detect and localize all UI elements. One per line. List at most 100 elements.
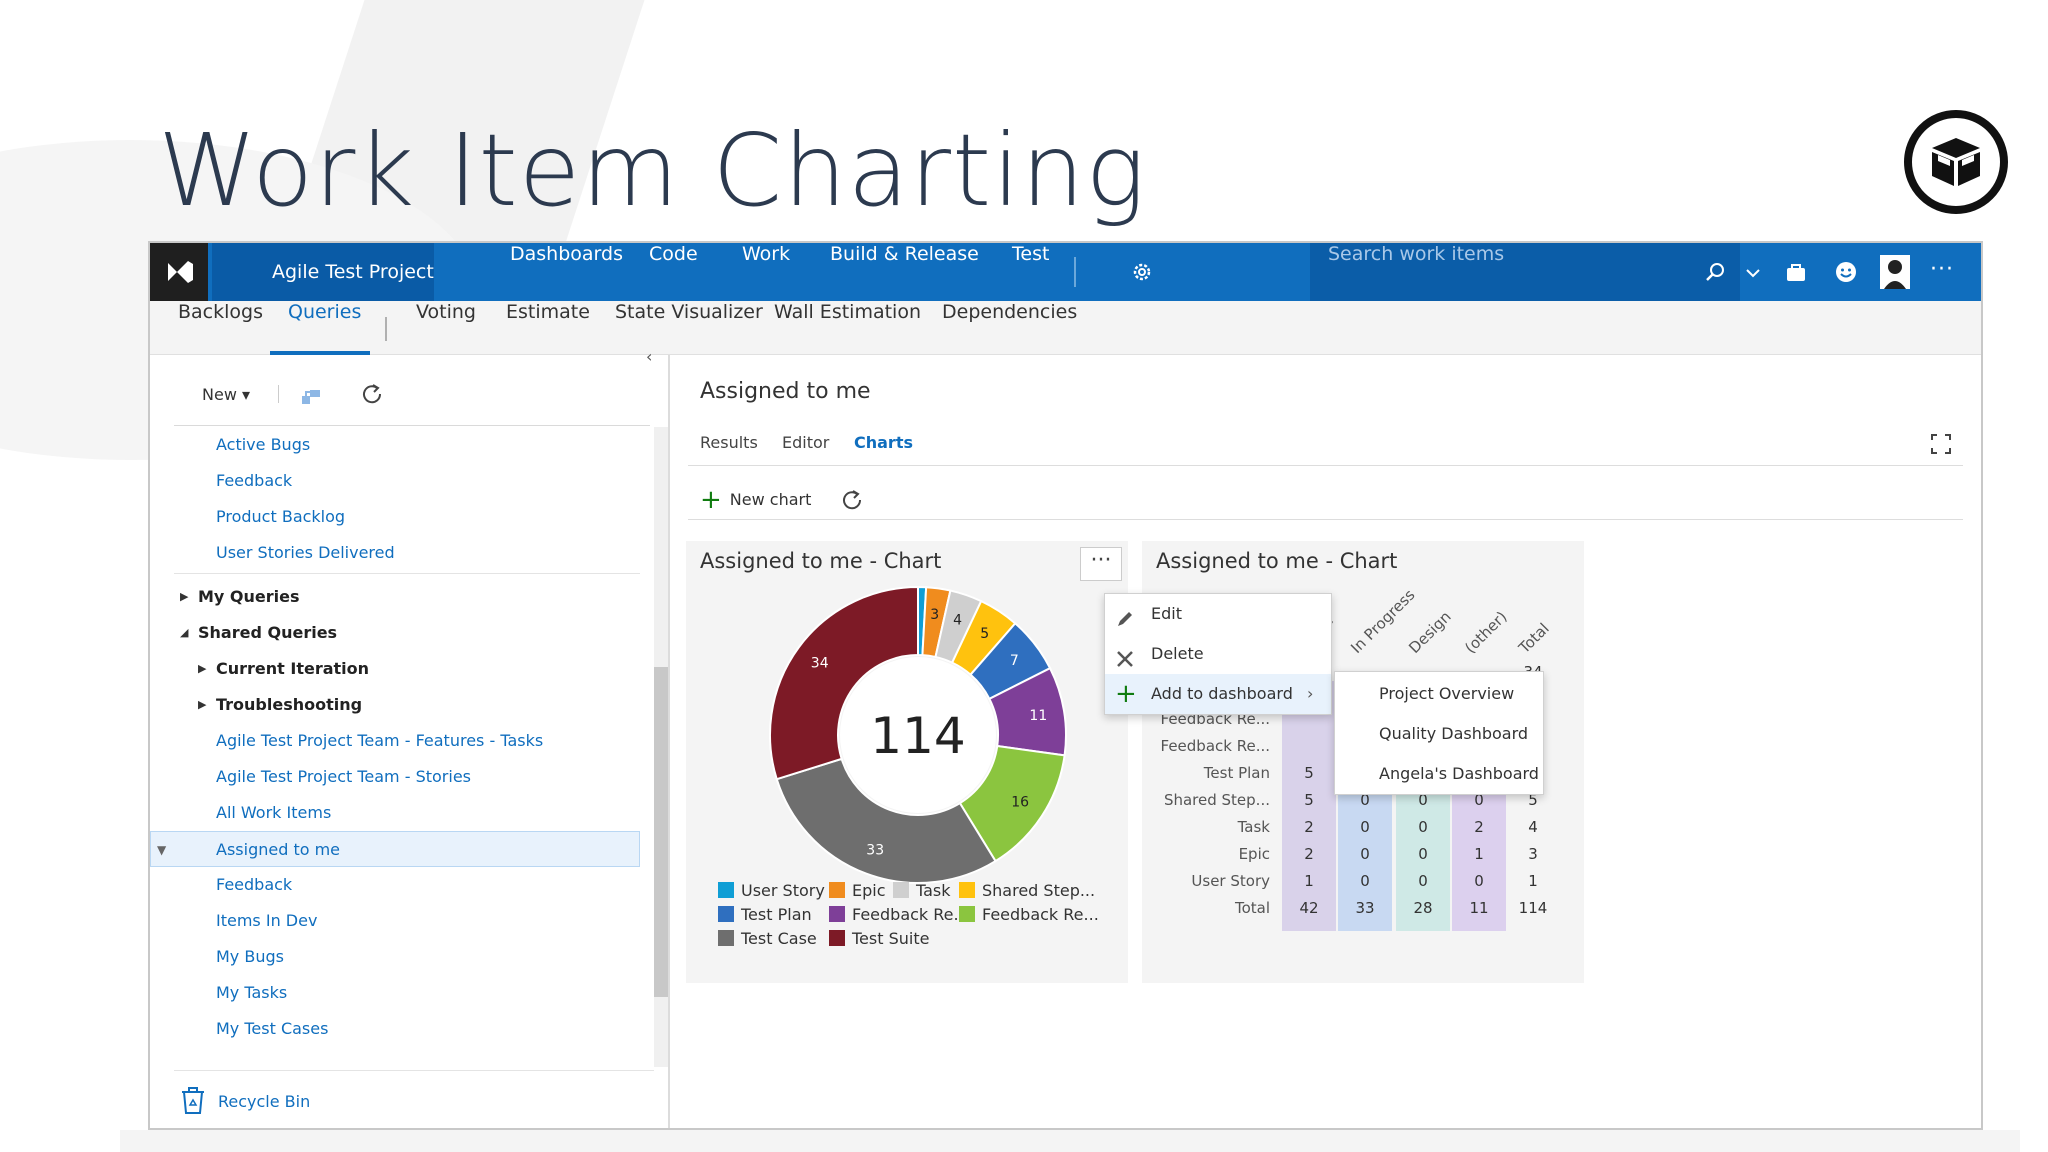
table-cell[interactable]: 1 xyxy=(1454,845,1504,863)
table-cell[interactable]: 33 xyxy=(1340,899,1390,917)
query-features-tasks[interactable]: Agile Test Project Team - Features - Tas… xyxy=(150,723,640,759)
legend-item[interactable]: Test Case xyxy=(718,929,817,948)
tab-dependencies[interactable]: Dependencies xyxy=(942,301,1077,323)
folder-my-queries[interactable]: ▶ My Queries xyxy=(150,579,640,615)
tab-state-visualizer[interactable]: State Visualizer xyxy=(615,301,763,323)
footer-divider xyxy=(174,1070,654,1071)
table-cell[interactable]: 0 xyxy=(1398,845,1448,863)
table-cell[interactable]: 1 xyxy=(1508,872,1558,890)
legend-item[interactable]: Shared Step... xyxy=(959,881,1095,900)
slide: Work Item Charting Agile Test Project Da… xyxy=(0,0,2048,1152)
gear-icon[interactable] xyxy=(1130,260,1154,288)
table-cell[interactable]: 114 xyxy=(1508,899,1558,917)
table-cell[interactable]: 0 xyxy=(1454,872,1504,890)
smiley-feedback-icon[interactable] xyxy=(1834,260,1858,288)
sidebar-scrollbar[interactable] xyxy=(654,427,668,1067)
background-shape xyxy=(120,1130,2020,1152)
query-items-in-dev[interactable]: Items In Dev xyxy=(150,903,640,939)
caret-right-icon: ▶ xyxy=(198,662,207,675)
menu-item-delete[interactable]: Delete xyxy=(1105,634,1331,674)
table-cell[interactable]: 2 xyxy=(1454,818,1504,836)
nav-test[interactable]: Test xyxy=(1012,243,1049,301)
menu-item-edit[interactable]: Edit xyxy=(1105,594,1331,634)
table-cell[interactable]: 42 xyxy=(1284,899,1334,917)
table-cell[interactable]: 11 xyxy=(1454,899,1504,917)
table-cell[interactable]: 2 xyxy=(1284,845,1334,863)
collapse-panel-icon[interactable]: ‹ xyxy=(646,347,652,366)
fullscreen-icon[interactable] xyxy=(1930,433,1952,459)
table-cell[interactable]: 0 xyxy=(1340,845,1390,863)
recycle-bin-link[interactable]: Recycle Bin xyxy=(180,1085,310,1119)
tab-backlogs[interactable]: Backlogs xyxy=(178,301,263,323)
tab-voting[interactable]: Voting xyxy=(416,301,476,323)
query-assigned-to-me[interactable]: ▼ Assigned to me xyxy=(150,831,640,867)
query-folder-icon[interactable] xyxy=(300,383,324,411)
table-cell[interactable]: 0 xyxy=(1398,818,1448,836)
table-cell[interactable]: 0 xyxy=(1340,872,1390,890)
pie-data-label: 16 xyxy=(1011,795,1029,811)
scrollbar-thumb[interactable] xyxy=(654,667,668,997)
marketplace-bag-icon[interactable] xyxy=(1784,260,1808,288)
visual-studio-logo-icon[interactable] xyxy=(150,243,208,301)
folder-troubleshooting[interactable]: ▶ Troubleshooting xyxy=(150,687,640,723)
tab-charts[interactable]: Charts xyxy=(854,433,913,452)
tab-estimate[interactable]: Estimate xyxy=(506,301,590,323)
table-cell[interactable]: 5 xyxy=(1284,764,1334,782)
search-icon[interactable] xyxy=(1704,260,1728,288)
refresh-icon[interactable] xyxy=(360,382,384,410)
tab-editor[interactable]: Editor xyxy=(782,433,829,452)
more-options-icon[interactable]: ··· xyxy=(1930,257,1954,282)
app-window: Agile Test Project Dashboards Code Work … xyxy=(148,241,1983,1130)
pie-data-label: 5 xyxy=(980,626,989,642)
section-divider xyxy=(174,573,640,574)
tab-wall-estimation[interactable]: Wall Estimation xyxy=(774,301,921,323)
nav-code[interactable]: Code xyxy=(649,243,698,301)
query-feedback[interactable]: Feedback xyxy=(150,463,640,499)
legend-item[interactable]: Feedback Re... xyxy=(829,905,969,924)
submenu-item-project-overview[interactable]: Project Overview xyxy=(1335,674,1514,714)
chevron-down-icon[interactable] xyxy=(1744,263,1762,285)
avatar[interactable] xyxy=(1880,255,1910,293)
tab-queries[interactable]: Queries xyxy=(288,301,361,323)
table-cell[interactable]: 2 xyxy=(1284,818,1334,836)
query-my-bugs[interactable]: My Bugs xyxy=(150,939,640,975)
legend-item[interactable]: Feedback Re... xyxy=(959,905,1099,924)
query-user-stories-delivered[interactable]: User Stories Delivered xyxy=(150,535,640,571)
legend-item[interactable]: Epic xyxy=(829,881,886,900)
nav-dashboards[interactable]: Dashboards xyxy=(510,243,623,301)
submenu-item-quality-dashboard[interactable]: Quality Dashboard xyxy=(1335,714,1528,754)
legend-item[interactable]: Task xyxy=(893,881,951,900)
query-product-backlog[interactable]: Product Backlog xyxy=(150,499,640,535)
table-cell[interactable]: 28 xyxy=(1398,899,1448,917)
query-my-test-cases[interactable]: My Test Cases xyxy=(150,1011,640,1047)
new-query-button[interactable]: New ▾ xyxy=(202,385,250,404)
refresh-icon[interactable] xyxy=(840,488,864,516)
tab-results[interactable]: Results xyxy=(700,433,758,452)
folder-shared-queries[interactable]: ◢ Shared Queries xyxy=(150,615,640,651)
new-chart-button[interactable]: + New chart xyxy=(700,485,811,515)
table-cell[interactable]: 3 xyxy=(1508,845,1558,863)
legend-swatch xyxy=(893,882,909,898)
query-feedback-2[interactable]: Feedback xyxy=(150,867,640,903)
folder-current-iteration[interactable]: ▶ Current Iteration xyxy=(150,651,640,687)
submenu-item-angelas-dashboard[interactable]: Angela's Dashboard xyxy=(1335,754,1539,794)
legend-item[interactable]: Test Suite xyxy=(829,929,929,948)
query-my-tasks[interactable]: My Tasks xyxy=(150,975,640,1011)
query-all-work-items[interactable]: All Work Items xyxy=(150,795,640,831)
nav-work[interactable]: Work xyxy=(742,243,790,301)
table-cell[interactable]: 5 xyxy=(1284,791,1334,809)
legend-item[interactable]: User Story xyxy=(718,881,825,900)
table-cell[interactable]: 0 xyxy=(1398,872,1448,890)
query-active-bugs[interactable]: Active Bugs xyxy=(150,427,640,463)
table-cell[interactable]: 4 xyxy=(1508,818,1558,836)
new-chart-label: New chart xyxy=(729,490,812,509)
nav-build-release[interactable]: Build & Release xyxy=(830,243,979,301)
menu-item-add-to-dashboard[interactable]: + Add to dashboard › xyxy=(1105,674,1331,714)
project-name[interactable]: Agile Test Project xyxy=(212,243,434,301)
legend-item[interactable]: Test Plan xyxy=(718,905,812,924)
search-input[interactable]: Search work items xyxy=(1328,243,1504,265)
table-cell[interactable]: 1 xyxy=(1284,872,1334,890)
table-cell[interactable]: 0 xyxy=(1340,818,1390,836)
pie-data-label: 7 xyxy=(1010,653,1019,669)
query-team-stories[interactable]: Agile Test Project Team - Stories xyxy=(150,759,640,795)
